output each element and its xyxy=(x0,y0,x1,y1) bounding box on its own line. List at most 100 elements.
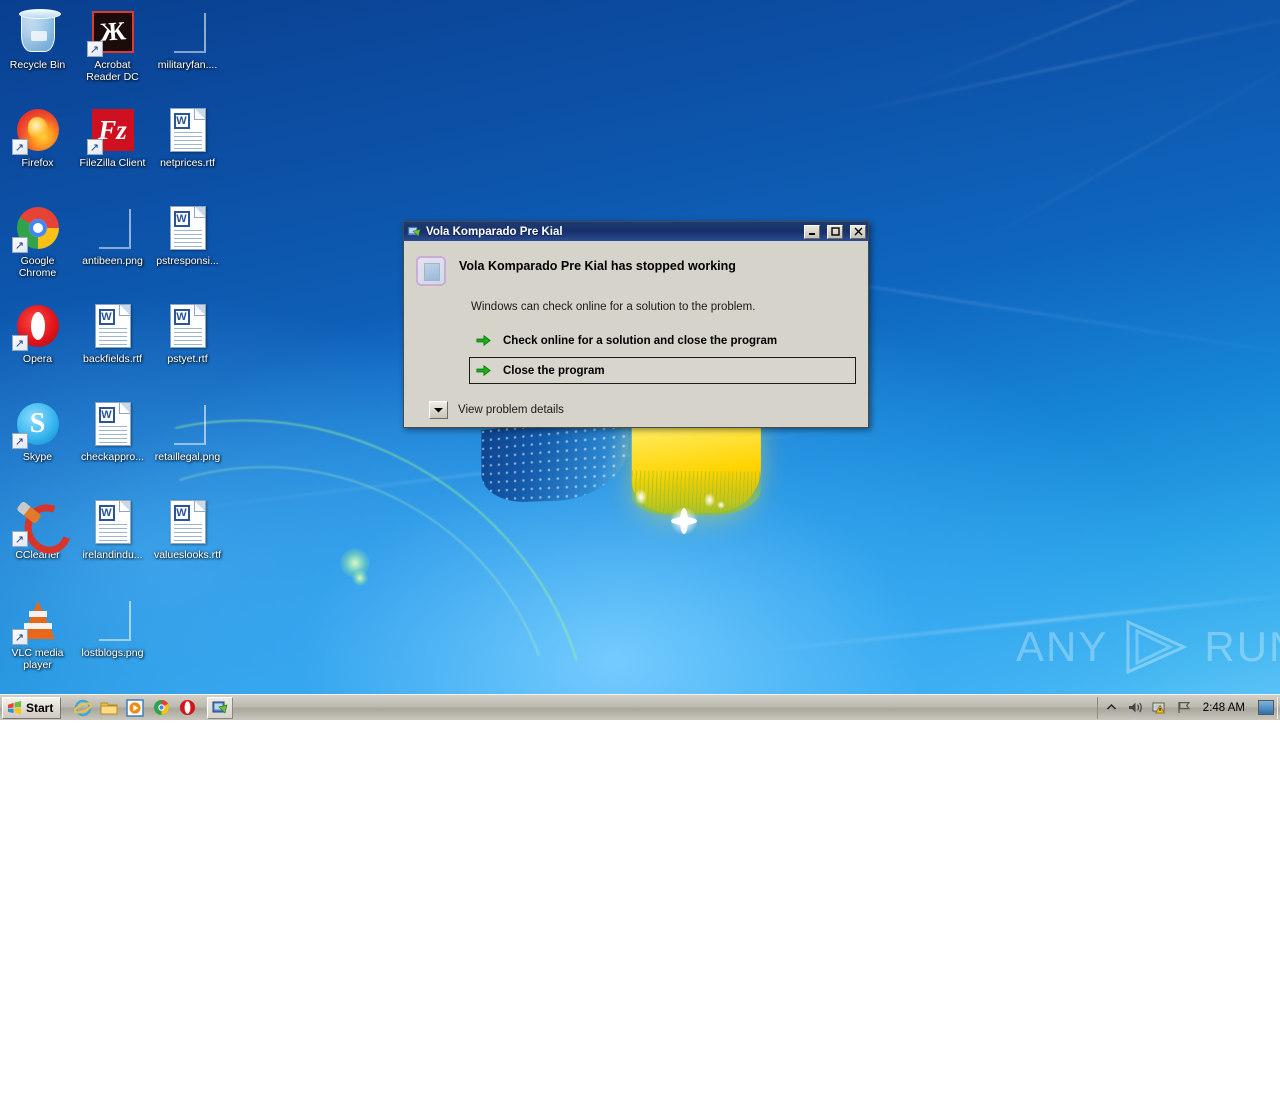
windows-logo-wallpaper xyxy=(455,414,795,545)
desktop-icon-label: Opera xyxy=(22,353,53,365)
word-icon: W xyxy=(89,302,137,350)
start-label: Start xyxy=(26,700,54,715)
shortcut-arrow-icon: ↗ xyxy=(11,335,28,351)
taskbar-clock[interactable]: 2:48 AM xyxy=(1200,702,1248,714)
dialog-titlebar[interactable]: Vola Komparado Pre Kial xyxy=(404,222,868,241)
opera-icon: ↗ xyxy=(11,302,62,351)
wallpaper-sparkle xyxy=(635,489,647,505)
maximize-button[interactable] xyxy=(827,224,843,239)
desktop-icon-label: Firefox xyxy=(21,157,54,169)
desktop-icon[interactable]: Wcheckappro... xyxy=(75,396,150,494)
desktop-icon[interactable]: ↗ VLC media player xyxy=(0,592,75,690)
wallpaper-sparkle xyxy=(670,507,698,535)
desktop-icon-label: militaryfan.... xyxy=(157,59,218,71)
opera-icon[interactable] xyxy=(175,697,199,719)
shortcut-arrow-icon: ↗ xyxy=(11,531,28,547)
desktop-icon[interactable]: Wbackfields.rtf xyxy=(75,298,150,396)
desktop-icon[interactable]: Wnetprices.rtf xyxy=(150,102,225,200)
desktop-icon-label: lostblogs.png xyxy=(81,647,144,659)
taskbar[interactable]: Start 2:48 AM xyxy=(0,694,1280,720)
desktop-icon[interactable]: retaillegal.png xyxy=(150,396,225,494)
internet-explorer-icon[interactable] xyxy=(71,697,95,719)
word-icon: W xyxy=(164,204,212,252)
network-warning-icon[interactable] xyxy=(1152,700,1168,716)
wallpaper-sparkle xyxy=(704,493,715,507)
word-icon: W xyxy=(164,498,212,546)
desktop-icon[interactable]: Wpstyet.rtf xyxy=(150,298,225,396)
word-icon: W xyxy=(164,302,212,350)
shortcut-arrow-icon: ↗ xyxy=(86,41,103,57)
png-icon xyxy=(89,596,137,644)
chrome-icon[interactable] xyxy=(149,697,173,719)
view-problem-details-row[interactable]: View problem details xyxy=(429,401,856,419)
crashed-program-icon xyxy=(212,701,228,714)
desktop-icon[interactable]: S ↗ Skype xyxy=(0,396,75,494)
desktop-icon[interactable]: Wpstresponsi... xyxy=(150,200,225,298)
shortcut-arrow-icon: ↗ xyxy=(11,139,28,155)
desktop-icon[interactable]: Wirelandindu... xyxy=(75,494,150,592)
recycle-icon xyxy=(14,8,62,56)
minimize-button[interactable] xyxy=(804,224,820,239)
error-dialog[interactable]: Vola Komparado Pre Kial Vola Komparado P… xyxy=(403,221,869,428)
desktop-icon[interactable]: lostblogs.png xyxy=(75,592,150,690)
desktop-icon-label: valueslooks.rtf xyxy=(153,549,222,561)
close-the-program-option[interactable]: Close the program xyxy=(469,357,856,384)
volume-icon[interactable] xyxy=(1128,700,1144,716)
desktop-icon[interactable]: Wvalueslooks.rtf xyxy=(150,494,225,592)
desktop-icon-label: irelandindu... xyxy=(82,549,143,561)
media-player-icon[interactable] xyxy=(123,697,147,719)
chevron-down-icon[interactable] xyxy=(429,401,448,419)
vlc-icon: ↗ xyxy=(11,596,62,645)
desktop-icon-label: Recycle Bin xyxy=(9,59,66,71)
dialog-header-row: Vola Komparado Pre Kial has stopped work… xyxy=(416,255,856,286)
system-tray: 2:48 AM xyxy=(1096,696,1278,719)
wallpaper-sparkle xyxy=(352,570,368,586)
desktop-icon[interactable]: ↗ CCleaner xyxy=(0,494,75,592)
filezilla-icon: Fz ↗ xyxy=(86,106,137,155)
shortcut-arrow-icon: ↗ xyxy=(11,237,28,253)
desktop-icon[interactable]: Ж ↗ Acrobat Reader DC xyxy=(75,4,150,102)
green-arrow-icon xyxy=(476,364,491,377)
desktop-icon[interactable]: ↗ Firefox xyxy=(0,102,75,200)
shortcut-arrow-icon: ↗ xyxy=(86,139,103,155)
desktop-icon-label: Skype xyxy=(22,451,53,463)
dialog-title: Vola Komparado Pre Kial xyxy=(426,225,563,238)
sky-light-streak xyxy=(835,5,1280,117)
desktop-icon[interactable]: ↗ Google Chrome xyxy=(0,200,75,298)
show-desktop-button[interactable] xyxy=(1258,700,1274,715)
desktop-icon[interactable]: ↗ Opera xyxy=(0,298,75,396)
wallpaper-sparkle xyxy=(340,548,370,578)
word-icon: W xyxy=(89,400,137,448)
taskbar-item-vola-komparado[interactable] xyxy=(207,696,234,719)
start-button[interactable]: Start xyxy=(2,696,62,719)
option-label: Check online for a solution and close th… xyxy=(503,334,778,347)
windows-flag-icon xyxy=(7,700,22,714)
desktop-icon-grid: Recycle Bin Ж ↗ Acrobat Reader DC militaryfa… xyxy=(0,4,240,690)
shortcut-arrow-icon: ↗ xyxy=(11,629,28,645)
show-hidden-icons-icon[interactable] xyxy=(1104,700,1120,716)
desktop-icon[interactable]: Fz ↗ FileZilla Client xyxy=(75,102,150,200)
green-arrow-icon xyxy=(476,334,491,347)
word-icon: W xyxy=(89,498,137,546)
desktop-icon-label: pstresponsi... xyxy=(156,255,219,267)
dialog-subtext: Windows can check online for a solution … xyxy=(471,301,756,313)
stopped-program-icon xyxy=(416,256,446,286)
desktop-icon-label: Acrobat Reader DC xyxy=(86,59,139,83)
desktop-icon[interactable]: militaryfan.... xyxy=(150,4,225,102)
desktop-icon-label: antibeen.png xyxy=(82,255,143,267)
play-triangle-icon xyxy=(1126,619,1189,675)
action-center-flag-icon[interactable] xyxy=(1176,700,1192,716)
windows-explorer-icon[interactable] xyxy=(97,697,121,719)
sky-light-streak xyxy=(761,590,1280,653)
shortcut-arrow-icon: ↗ xyxy=(11,433,28,449)
windows-logo-grass-texture xyxy=(631,470,761,516)
close-button[interactable] xyxy=(850,224,866,239)
check-online-and-close-option[interactable]: Check online for a solution and close th… xyxy=(469,327,856,354)
desktop-icon[interactable]: Recycle Bin xyxy=(0,4,75,102)
sky-light-streak xyxy=(914,0,1280,89)
desktop-icon[interactable]: antibeen.png xyxy=(75,200,150,298)
png-icon xyxy=(89,204,137,252)
desktop-icon-label: backfields.rtf xyxy=(83,353,142,365)
desktop-background[interactable]: ANY RUN Recycle Bin Ж↗Acrobat Reader DC mi… xyxy=(0,0,1280,1113)
desktop-icon-label: retaillegal.png xyxy=(154,451,221,463)
